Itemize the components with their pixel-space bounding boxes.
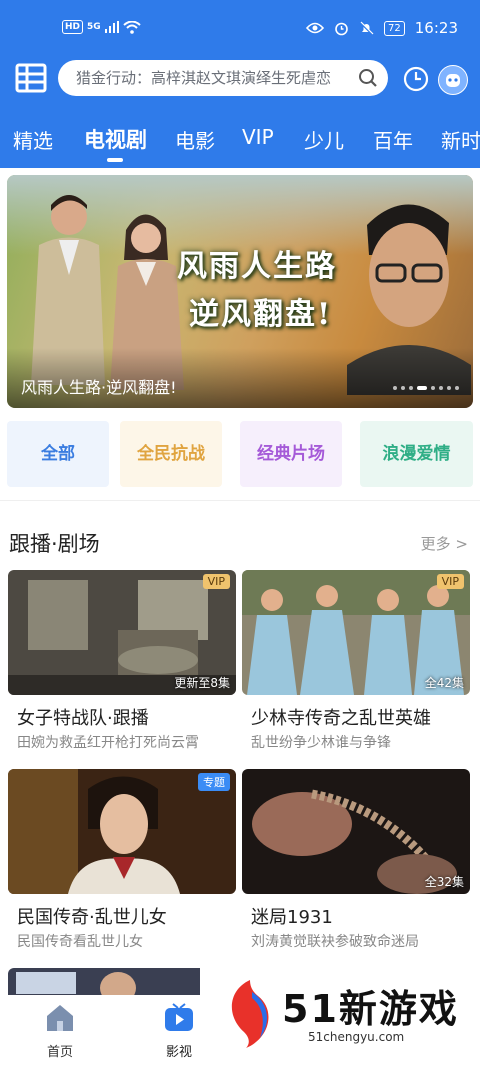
nav-home[interactable]: 首页: [25, 1003, 95, 1060]
carousel-dot[interactable]: [431, 386, 435, 390]
topic-badge: 专题: [198, 773, 230, 791]
active-tab-indicator: [107, 158, 123, 162]
category-classic[interactable]: 经典片场: [240, 421, 342, 487]
card-title: 迷局1931: [251, 907, 333, 928]
tab-featured[interactable]: 精选: [13, 125, 53, 154]
carousel-dots: [393, 386, 459, 390]
card-thumbnail[interactable]: VIP 更新至8集: [8, 570, 236, 695]
banner-headline-line2: 逆风翻盘!: [189, 297, 333, 332]
tab-tv-series[interactable]: 电视剧: [84, 124, 147, 154]
eye-icon: [306, 22, 325, 34]
card-thumbnail[interactable]: 专题: [8, 769, 236, 894]
mute-bell-icon: [359, 20, 374, 36]
nav-home-label: 首页: [46, 1045, 73, 1060]
watermark: 51新游戏 51chengyu.com: [200, 968, 480, 1067]
home-icon: [47, 1005, 73, 1031]
status-bar: HD 5G 72 16:23: [0, 0, 480, 56]
banner-caption: 风雨人生路·逆风翻盘!: [21, 378, 177, 397]
history-clock-icon[interactable]: [403, 66, 429, 92]
video-card[interactable]: 专题 民国传奇·乱世儿女 民国传奇看乱世儿女: [8, 769, 236, 954]
search-icon[interactable]: [358, 68, 378, 88]
search-placeholder: 猎金行动：高梓淇赵文琪演绎生死虐恋: [76, 69, 332, 87]
tab-vip[interactable]: VIP: [242, 125, 274, 149]
card-title: 民国传奇·乱世儿女: [17, 907, 167, 928]
category-shortcuts: 全部 全民抗战 经典片场 浪漫爱情: [7, 421, 473, 487]
carousel-dot[interactable]: [455, 386, 459, 390]
card-subtitle: 乱世纷争少林谁与争锋: [251, 735, 391, 751]
episode-count: 全32集: [424, 875, 464, 889]
card-title: 女子特战队·跟播: [17, 708, 149, 729]
status-left: HD 5G: [62, 20, 141, 34]
category-all[interactable]: 全部: [7, 421, 109, 487]
site-logo-icon: [231, 980, 269, 1048]
tv-icon: [165, 1003, 193, 1031]
robot-face-icon: [446, 74, 460, 87]
video-card[interactable]: 全32集 迷局1931 刘涛黄觉联袂参破致命迷局: [242, 769, 470, 954]
status-time: 16:23: [414, 19, 458, 37]
user-avatar[interactable]: [438, 65, 468, 95]
wifi-icon: [123, 20, 141, 34]
category-war[interactable]: 全民抗战: [120, 421, 222, 487]
episode-count: 更新至8集: [174, 676, 230, 690]
carousel-dot[interactable]: [447, 386, 451, 390]
tab-centennial[interactable]: 百年: [373, 125, 413, 154]
signal-5g-label: 5G: [87, 22, 101, 32]
signal-bars-icon: [104, 21, 119, 33]
card-thumbnail[interactable]: VIP 全42集: [242, 570, 470, 695]
tab-movies[interactable]: 电影: [175, 125, 215, 154]
watermark-url: 51chengyu.com: [308, 1030, 405, 1044]
battery-indicator: 72: [384, 20, 405, 36]
video-card[interactable]: VIP 更新至8集 女子特战队·跟播 田婉为救孟红开枪打死尚云霄: [8, 570, 236, 755]
hd-badge: HD: [62, 20, 84, 34]
hero-banner[interactable]: 风雨人生路 逆风翻盘! 风雨人生路·逆风翻盘!: [7, 175, 473, 408]
more-link[interactable]: 更多 >: [421, 533, 468, 554]
video-card[interactable]: VIP 全42集 少林寺传奇之乱世英雄 乱世纷争少林谁与争锋: [242, 570, 470, 755]
carousel-dot-active[interactable]: [417, 386, 427, 390]
alarm-icon: [335, 22, 348, 35]
card-subtitle: 民国传奇看乱世儿女: [17, 934, 143, 950]
vip-badge: VIP: [202, 574, 230, 589]
card-subtitle: 田婉为救孟红开枪打死尚云霄: [17, 735, 199, 751]
section-title: 跟播·剧场: [9, 532, 100, 556]
watermark-text: 51新游戏: [282, 987, 459, 1031]
section-divider: [0, 500, 480, 501]
tab-new-era[interactable]: 新时: [441, 125, 480, 154]
carousel-dot[interactable]: [439, 386, 443, 390]
carousel-dot[interactable]: [393, 386, 397, 390]
vip-badge: VIP: [436, 574, 464, 589]
top-toolbar: 猎金行动：高梓淇赵文琪演绎生死虐恋: [0, 56, 480, 102]
channel-tabs: 精选 电视剧 电影 VIP 少儿 百年 新时: [0, 118, 480, 168]
category-romance[interactable]: 浪漫爱情: [360, 421, 473, 487]
episode-count: 全42集: [424, 676, 464, 690]
category-menu-icon[interactable]: [15, 62, 47, 94]
card-title: 少林寺传奇之乱世英雄: [251, 708, 431, 729]
banner-headline-line1: 风雨人生路: [177, 249, 337, 284]
carousel-dot[interactable]: [401, 386, 405, 390]
carousel-dot[interactable]: [409, 386, 413, 390]
tab-kids[interactable]: 少儿: [304, 125, 344, 154]
card-subtitle: 刘涛黄觉联袂参破致命迷局: [251, 934, 419, 950]
search-box[interactable]: 猎金行动：高梓淇赵文琪演绎生死虐恋: [58, 60, 388, 96]
status-right: 72 16:23: [306, 19, 458, 37]
banner-headline: 风雨人生路 逆风翻盘!: [177, 243, 337, 339]
card-thumbnail[interactable]: 全32集: [242, 769, 470, 894]
